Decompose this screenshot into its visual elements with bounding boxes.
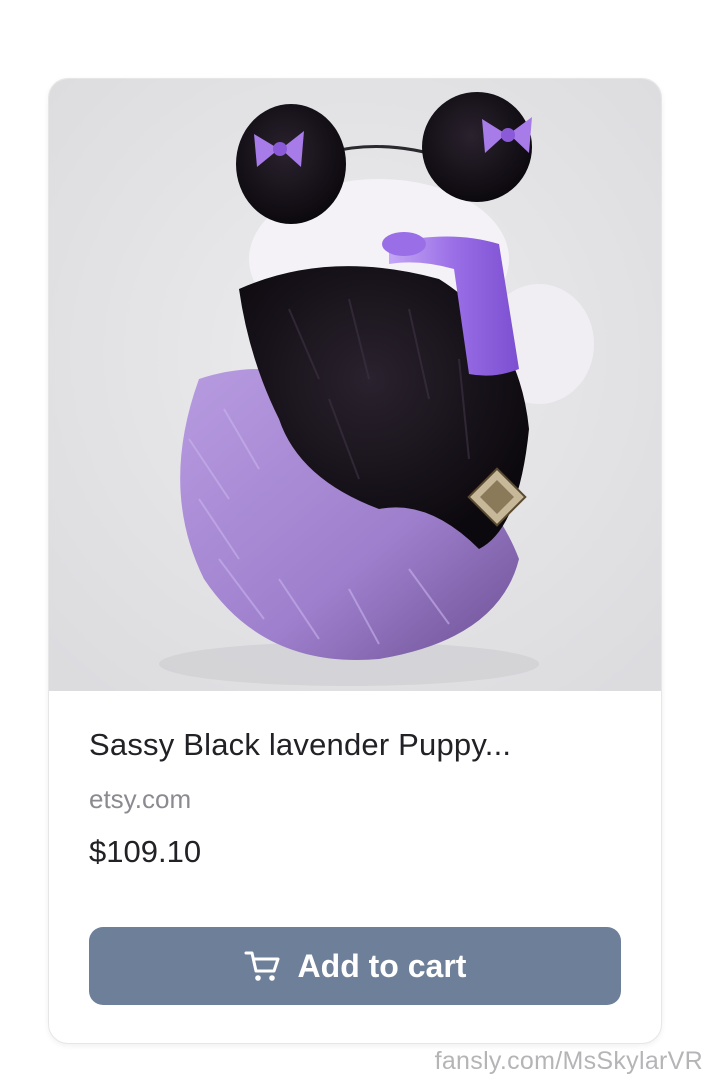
product-title[interactable]: Sassy Black lavender Puppy...	[89, 727, 629, 763]
add-to-cart-label: Add to cart	[297, 947, 467, 984]
page: Sassy Black lavender Puppy... etsy.com $…	[0, 0, 711, 1080]
product-photo	[49, 79, 661, 691]
product-price: $109.10	[89, 834, 202, 869]
cart-icon	[244, 949, 282, 983]
product-source: etsy.com	[89, 784, 192, 814]
product-image[interactable]	[49, 79, 661, 691]
add-to-cart-button[interactable]: Add to cart	[89, 927, 621, 1005]
watermark: fansly.com/MsSkylarVR	[434, 1047, 703, 1075]
product-card[interactable]: Sassy Black lavender Puppy... etsy.com $…	[48, 78, 662, 1044]
